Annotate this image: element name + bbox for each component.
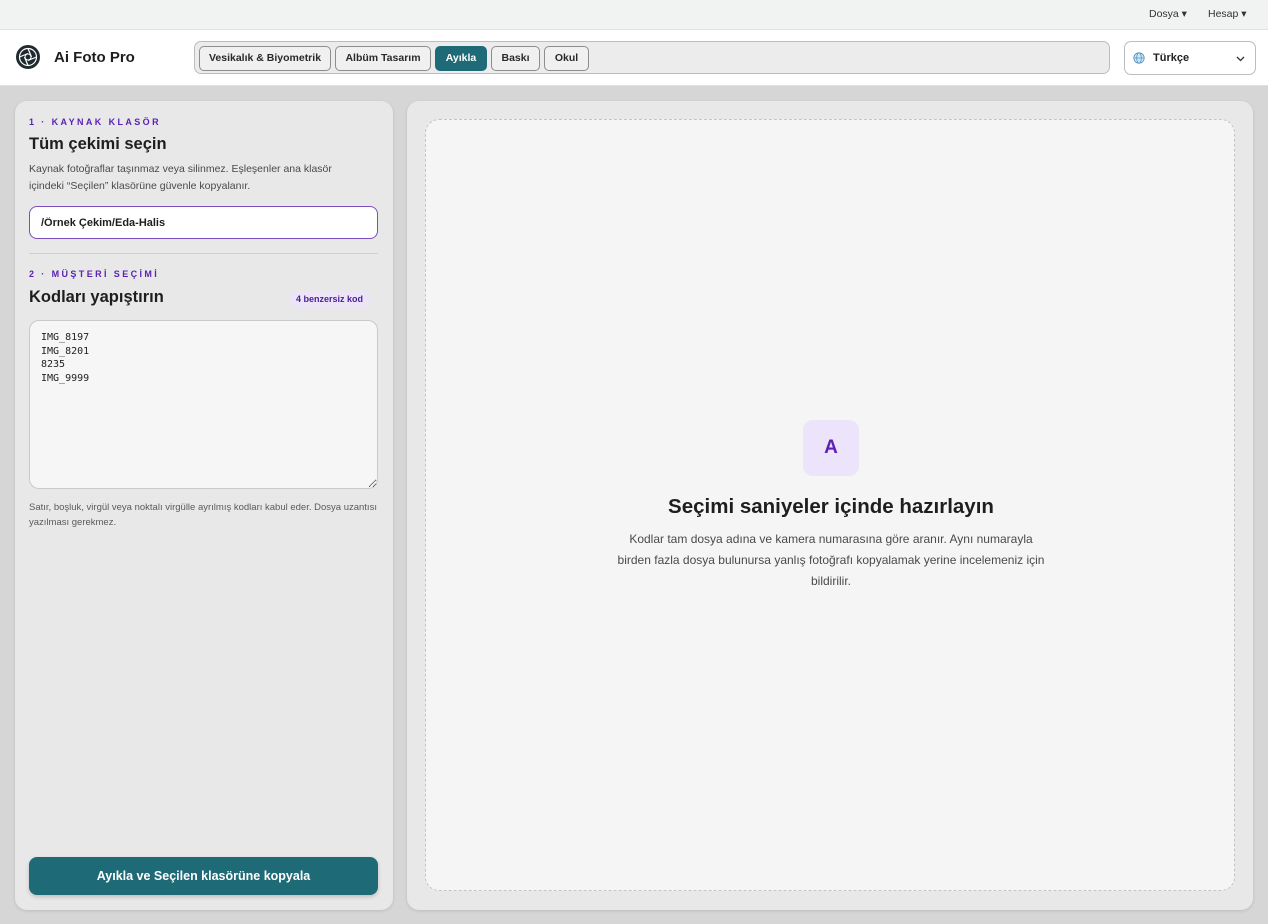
app-title: Ai Foto Pro (54, 49, 135, 66)
tab-cull[interactable]: Ayıkla (435, 46, 487, 71)
tab-print[interactable]: Baskı (491, 46, 540, 71)
source-folder-input[interactable] (29, 206, 378, 239)
codes-hint: Satır, boşluk, virgül veya noktalı virgü… (29, 502, 377, 528)
tab-school[interactable]: Okul (544, 46, 589, 71)
unique-code-count-badge: 4 benzersiz kod (289, 291, 371, 308)
language-select[interactable]: Türkçe (1124, 41, 1256, 75)
module-tabs: Vesikalık & Biyometrik Albüm Tasarım Ayı… (194, 41, 1110, 74)
source-description: Kaynak fotoğraflar taşınmaz veya silinme… (29, 163, 332, 192)
language-label: Türkçe (1153, 52, 1190, 64)
menu-bar: Dosya ▾ Hesap ▾ (0, 0, 1268, 30)
results-empty-state: A Seçimi saniyeler içinde hazırlayın Kod… (425, 119, 1235, 891)
step-source-label: 1 · KAYNAK KLASÖR (29, 117, 161, 127)
source-title: Tüm çekimi seçin (29, 135, 167, 153)
tab-album-design[interactable]: Albüm Tasarım (335, 46, 431, 71)
app-letter-icon: A (803, 420, 859, 476)
menu-file[interactable]: Dosya ▾ (1149, 8, 1187, 20)
globe-icon (1133, 52, 1145, 64)
results-panel: A Seçimi saniyeler içinde hazırlayın Kod… (407, 101, 1253, 910)
chevron-down-icon (1236, 56, 1245, 62)
step-selection-label: 2 · MÜŞTERİ SEÇİMİ (29, 269, 160, 279)
control-panel: 1 · KAYNAK KLASÖR Tüm çekimi seçin Kayna… (15, 101, 393, 910)
section-divider (29, 253, 378, 254)
empty-state-title: Seçimi saniyeler içinde hazırlayın (668, 495, 994, 518)
selection-title: Kodları yapıştırın (29, 288, 164, 306)
app-header: Ai Foto Pro Vesikalık & Biyometrik Albüm… (0, 30, 1268, 86)
cull-and-copy-button[interactable]: Ayıkla ve Seçilen klasörüne kopyala (29, 857, 378, 895)
tab-biometric[interactable]: Vesikalık & Biyometrik (199, 46, 331, 71)
app-logo-icon (16, 45, 40, 69)
codes-textarea[interactable]: IMG_8197 IMG_8201 8235 IMG_9999 (29, 320, 378, 489)
empty-state-description: Kodlar tam dosya adına ve kamera numaras… (617, 532, 1045, 588)
menu-account[interactable]: Hesap ▾ (1208, 8, 1247, 20)
